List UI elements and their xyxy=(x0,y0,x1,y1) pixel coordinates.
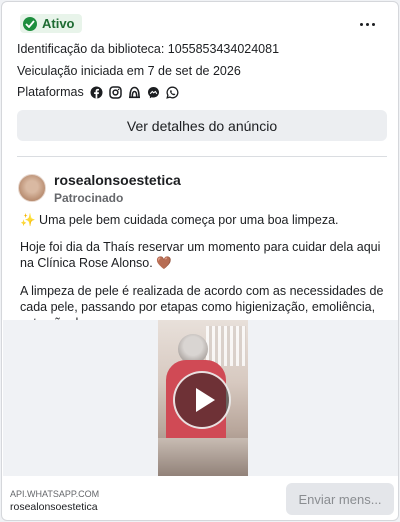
ad-text-line-1: ✨ Uma pele bem cuidada começa por uma bo… xyxy=(20,213,339,227)
video-bed xyxy=(158,438,248,476)
status-row: Ativo xyxy=(20,14,82,33)
instagram-icon xyxy=(108,85,122,99)
whatsapp-icon xyxy=(165,86,179,99)
ad-media xyxy=(3,320,398,476)
ad-card: Ativo Identificação da biblioteca: 10558… xyxy=(1,1,399,521)
audience-network-icon xyxy=(128,86,141,99)
run-start-date: Veiculação iniciada em 7 de set de 2026 xyxy=(17,64,241,78)
see-ad-details-button[interactable]: Ver detalhes do anúncio xyxy=(17,110,387,141)
advertiser-name[interactable]: rosealonsoestetica xyxy=(54,172,181,188)
status-label: Ativo xyxy=(42,16,75,31)
platforms-row: Plataformas xyxy=(17,85,179,99)
facebook-icon xyxy=(90,86,103,99)
link-domain: API.WHATSAPP.COM xyxy=(10,489,100,499)
ad-text-line-2: Hoje foi dia da Thaís reservar um moment… xyxy=(20,240,381,270)
advertiser-avatar[interactable] xyxy=(18,174,46,202)
platforms-label: Plataformas xyxy=(17,85,84,99)
status-badge: Ativo xyxy=(20,14,82,33)
sponsored-label: Patrocinado xyxy=(54,191,124,205)
library-id: Identificação da biblioteca: 10558534340… xyxy=(17,42,280,56)
ad-video[interactable] xyxy=(158,320,248,476)
send-message-button[interactable]: Enviar mens... xyxy=(286,483,394,515)
messenger-icon xyxy=(147,86,160,99)
divider xyxy=(17,156,387,157)
link-title: rosealonsoestetica xyxy=(10,501,98,513)
check-circle-icon xyxy=(23,16,37,31)
play-icon[interactable] xyxy=(173,371,231,429)
more-options-icon[interactable] xyxy=(356,16,378,32)
